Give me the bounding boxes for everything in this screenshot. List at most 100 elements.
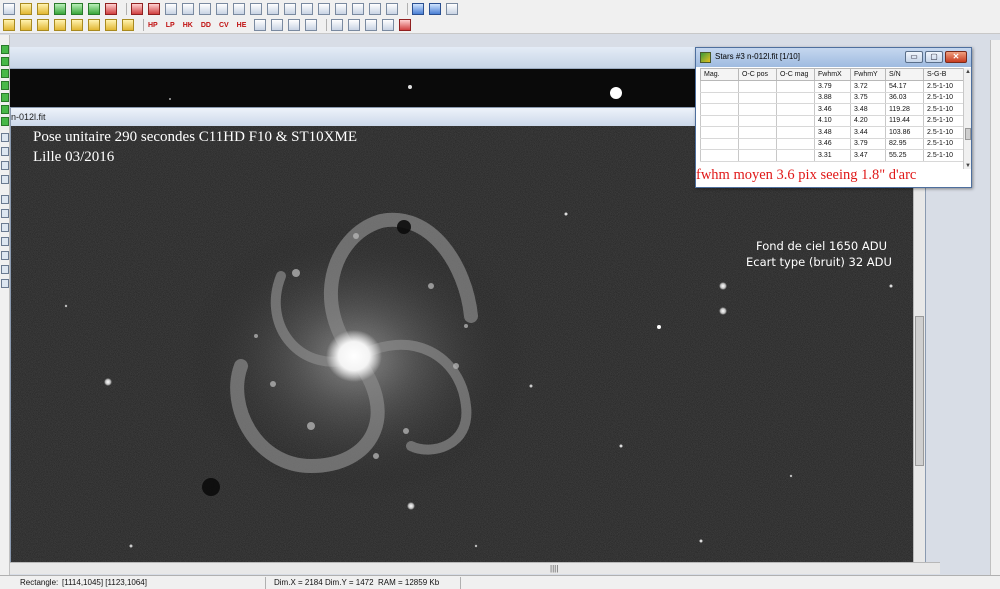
window-icon[interactable] xyxy=(386,2,398,15)
color-balance-icon[interactable] xyxy=(1,195,9,204)
crop-icon[interactable] xyxy=(305,19,318,31)
tool-1-icon[interactable] xyxy=(1,45,9,54)
graph-icon[interactable] xyxy=(1,175,9,184)
hk-button[interactable]: HK xyxy=(183,22,193,29)
rgb-icon[interactable] xyxy=(1,209,9,218)
column-header-mag[interactable]: Mag. xyxy=(700,68,739,81)
high-pass-button[interactable]: HP xyxy=(148,22,158,29)
low-pass-button[interactable]: LP xyxy=(166,22,175,29)
table-row[interactable]: 3.88 3.75 36.03 2.5-1-10 xyxy=(700,92,964,104)
window-arrange-icon[interactable] xyxy=(365,19,378,31)
palette-icon[interactable] xyxy=(250,2,262,15)
stars-dialog[interactable]: Stars #3 n-012l.fit [1/10] ▭ ▢ ✕ Mag. O-… xyxy=(695,47,972,188)
message-icon[interactable] xyxy=(352,2,364,15)
window-close-icon[interactable] xyxy=(382,19,395,31)
save-icon[interactable] xyxy=(54,2,66,15)
color-grid-icon[interactable] xyxy=(1,223,9,232)
document-icon[interactable] xyxy=(1,279,9,288)
header-icon[interactable] xyxy=(284,2,296,15)
profile-icon[interactable] xyxy=(233,2,245,15)
column-header-fwhm-y[interactable]: FwhmY xyxy=(850,68,886,81)
zoom-in-icon[interactable] xyxy=(318,2,330,15)
scroll-grip-icon[interactable]: |||| xyxy=(550,564,558,573)
subtract-icon[interactable] xyxy=(20,19,32,31)
normalize-icon[interactable] xyxy=(105,19,117,31)
column-header-oc-mag[interactable]: O-C mag xyxy=(776,68,815,81)
copy-icon[interactable] xyxy=(165,2,177,15)
workspace-vertical-scrollbar[interactable] xyxy=(990,40,1000,575)
column-header-sgb[interactable]: S-G-B xyxy=(923,68,964,81)
magic-wand-icon[interactable] xyxy=(1,147,9,156)
table-row[interactable]: 4.10 4.20 119.44 2.5-1-10 xyxy=(700,115,964,127)
horizontal-scrollbar[interactable]: |||| xyxy=(10,562,940,574)
table-row[interactable]: 3.31 3.47 55.25 2.5-1-10 xyxy=(700,149,964,162)
stars-dialog-title: Stars #3 n-012l.fit [1/10] xyxy=(715,52,800,61)
image-vertical-scrollbar[interactable] xyxy=(913,126,925,563)
main-toolbar xyxy=(0,0,1000,17)
histogram-icon[interactable] xyxy=(216,2,228,15)
cell-snr: 119.28 xyxy=(885,103,924,116)
add-icon[interactable] xyxy=(3,19,15,31)
table-row[interactable]: 3.46 3.79 82.95 2.5-1-10 xyxy=(700,138,964,150)
cell-sgb: 2.5-1-10 xyxy=(923,126,964,139)
tool-5-icon[interactable] xyxy=(1,93,9,102)
column-header-oc-pos[interactable]: O-C pos xyxy=(738,68,777,81)
curve-icon[interactable] xyxy=(1,133,9,142)
print-icon[interactable] xyxy=(369,2,381,15)
open-folder-alt-icon[interactable] xyxy=(37,2,49,15)
open-folder-icon[interactable] xyxy=(20,2,32,15)
flat-icon[interactable] xyxy=(122,19,134,31)
convolution-button[interactable]: CV xyxy=(219,22,229,29)
mirror-y-icon[interactable] xyxy=(288,19,301,31)
image-icon[interactable] xyxy=(1,251,9,260)
column-header-snr[interactable]: S/N xyxy=(885,68,924,81)
help-icon[interactable] xyxy=(399,19,412,31)
close-button[interactable]: ✕ xyxy=(945,51,967,63)
tool-4-icon[interactable] xyxy=(1,81,9,90)
window-tile-icon[interactable] xyxy=(331,19,344,31)
astro-image-canvas[interactable]: Pose unitaire 290 secondes C11HD F10 & S… xyxy=(11,126,914,563)
table-row[interactable]: 3.79 3.72 54.17 2.5-1-10 xyxy=(700,80,964,93)
book-icon[interactable] xyxy=(446,2,458,15)
window-cascade-icon[interactable] xyxy=(348,19,361,31)
tool-2-icon[interactable] xyxy=(1,57,9,66)
table-row[interactable]: 3.46 3.48 119.28 2.5-1-10 xyxy=(700,103,964,116)
tool-6-icon[interactable] xyxy=(1,105,9,114)
minimize-button[interactable]: ▭ xyxy=(905,51,923,63)
scrollbar-thumb[interactable] xyxy=(915,316,924,466)
view-icon[interactable] xyxy=(301,2,313,15)
tool-7-icon[interactable] xyxy=(1,117,9,126)
zoom-out-icon[interactable] xyxy=(335,2,347,15)
histogram-equalize-button[interactable]: HE xyxy=(237,22,247,29)
stars-dialog-titlebar[interactable]: Stars #3 n-012l.fit [1/10] ▭ ▢ ✕ xyxy=(696,48,971,67)
stars-table-scrollbar[interactable]: ▲ ▼ xyxy=(963,68,971,169)
refresh-icon[interactable] xyxy=(131,2,143,15)
ddp-button[interactable]: DD xyxy=(201,22,211,29)
paste-icon[interactable] xyxy=(182,2,194,15)
save-as-icon[interactable] xyxy=(71,2,83,15)
mosaic-icon[interactable] xyxy=(1,265,9,274)
cell-fwhm-y: 3.44 xyxy=(850,126,886,139)
export-icon[interactable] xyxy=(105,2,117,15)
column-header-fwhm-x[interactable]: FwhmX xyxy=(814,68,851,81)
offset-icon[interactable] xyxy=(71,19,83,31)
rotate-icon[interactable] xyxy=(254,19,267,31)
flag-icon[interactable] xyxy=(412,2,424,15)
divide-icon[interactable] xyxy=(54,19,66,31)
tool-3-icon[interactable] xyxy=(1,69,9,78)
threshold-icon[interactable] xyxy=(199,2,211,15)
blink-icon[interactable] xyxy=(267,2,279,15)
telescope-icon[interactable] xyxy=(429,2,441,15)
grayscale-icon[interactable] xyxy=(1,237,9,246)
scrollbar-thumb[interactable] xyxy=(965,128,971,140)
clip-icon[interactable] xyxy=(88,19,100,31)
save-fits-icon[interactable] xyxy=(88,2,100,15)
maximize-button[interactable]: ▢ xyxy=(925,51,943,63)
mirror-x-icon[interactable] xyxy=(271,19,284,31)
new-file-icon[interactable] xyxy=(3,2,15,15)
star-select-icon[interactable] xyxy=(1,161,9,170)
tools-icon[interactable] xyxy=(148,2,160,15)
multiply-icon[interactable] xyxy=(37,19,49,31)
scroll-up-arrow-icon[interactable]: ▲ xyxy=(964,69,972,75)
table-row[interactable]: 3.48 3.44 103.86 2.5-1-10 xyxy=(700,126,964,139)
